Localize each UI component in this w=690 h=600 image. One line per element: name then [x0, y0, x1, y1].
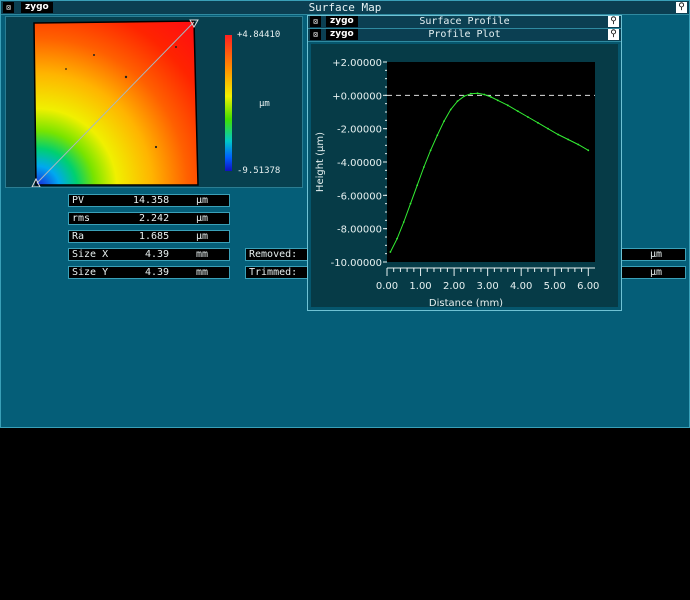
zygo-logo: zygo	[326, 29, 358, 40]
x-tick-label: 3.00	[477, 281, 499, 292]
x-tick-label: 4.00	[510, 281, 532, 292]
surface-map-titlebar[interactable]: ⊠ zygo Surface Map ⚲	[1, 1, 689, 15]
data-point	[516, 110, 519, 113]
data-point	[436, 134, 439, 137]
y-tick-label: -8.00000	[337, 225, 382, 236]
stat-size-x-field: Size X 4.39 mm	[68, 248, 230, 261]
x-tick-label: 5.00	[544, 281, 566, 292]
x-tick-label: 1.00	[409, 281, 431, 292]
data-point	[587, 149, 590, 152]
pin-icon[interactable]: ⚲	[608, 16, 619, 27]
data-point	[547, 127, 549, 130]
window-title: Surface Map	[308, 1, 382, 14]
data-point	[506, 104, 509, 107]
y-tick-label: +0.00000	[332, 91, 382, 102]
y-tick-label: -6.00000	[337, 191, 382, 202]
data-point	[416, 184, 419, 187]
removed-unit-field: µm	[621, 248, 686, 261]
close-box-icon[interactable]: ⊠	[310, 29, 321, 40]
surface-profile-window: ⊠ zygo Surface Profile ⚲ ⊠ zygo Profile …	[307, 15, 622, 311]
colorbar-max-label: +4.84410	[237, 30, 281, 40]
y-tick-label: +2.00000	[332, 58, 382, 69]
data-point	[490, 96, 492, 98]
x-axis-label: Distance (mm)	[429, 298, 503, 307]
y-axis-label: Height (µm)	[315, 132, 326, 192]
x-tick-label: 0.00	[376, 281, 398, 292]
data-point	[409, 202, 412, 205]
data-point	[537, 121, 539, 124]
stat-size-y-field: Size Y 4.39 mm	[68, 266, 230, 279]
data-point	[527, 116, 529, 118]
data-point	[577, 143, 580, 146]
zygo-logo: zygo	[326, 16, 358, 27]
close-box-icon[interactable]: ⊠	[3, 2, 14, 13]
plot-area	[387, 62, 595, 262]
stat-ra-field: Ra 1.685 µm	[68, 230, 230, 243]
colorbar-unit-label: µm	[259, 99, 270, 109]
data-point	[469, 92, 472, 95]
surface-profile-title: Surface Profile	[419, 16, 510, 27]
data-point	[483, 93, 486, 96]
y-tick-label: -10.00000	[331, 258, 382, 269]
profile-plot-title: Profile Plot	[428, 29, 501, 40]
color-scale-bar	[225, 35, 232, 171]
close-box-icon[interactable]: ⊠	[310, 16, 321, 27]
data-point	[443, 120, 445, 123]
data-point	[449, 108, 452, 111]
data-point	[423, 166, 425, 168]
stat-pv-field: PV 14.358 µm	[68, 194, 230, 207]
surface-profile-titlebar[interactable]: ⊠ zygo Surface Profile ⚲	[308, 16, 621, 29]
x-tick-label: 2.00	[443, 281, 465, 292]
data-point	[389, 251, 392, 253]
data-point	[557, 133, 559, 136]
profile-chart[interactable]: +2.00000 +0.00000 -2.00000 -4.00000 -6.00000…	[311, 44, 618, 309]
data-point	[429, 149, 432, 152]
data-point	[456, 100, 459, 103]
data-point	[567, 138, 570, 141]
zygo-logo: zygo	[21, 2, 53, 13]
y-tick-label: -2.00000	[337, 125, 382, 136]
pin-icon[interactable]: ⚲	[676, 2, 687, 13]
data-point	[402, 221, 405, 223]
data-point	[476, 92, 479, 95]
profile-plot-panel: +2.00000 +0.00000 -2.00000 -4.00000 -6.00000…	[311, 44, 618, 309]
surface-map-panel: +4.84410 µm -9.51378	[5, 16, 303, 188]
x-tick-label: 6.00	[577, 281, 599, 292]
data-point	[463, 95, 466, 98]
trimmed-unit-field: µm	[621, 266, 686, 279]
pin-icon[interactable]: ⚲	[608, 29, 619, 40]
stat-rms-field: rms 2.242 µm	[68, 212, 230, 225]
profile-plot-titlebar[interactable]: ⊠ zygo Profile Plot ⚲	[308, 29, 621, 42]
y-tick-label: -4.00000	[337, 158, 382, 169]
removed-field: Removed:	[245, 248, 311, 261]
data-point	[496, 99, 499, 102]
colorbar-min-label: -9.51378	[237, 166, 281, 176]
trimmed-field: Trimmed:	[245, 266, 311, 279]
data-point	[396, 237, 398, 240]
